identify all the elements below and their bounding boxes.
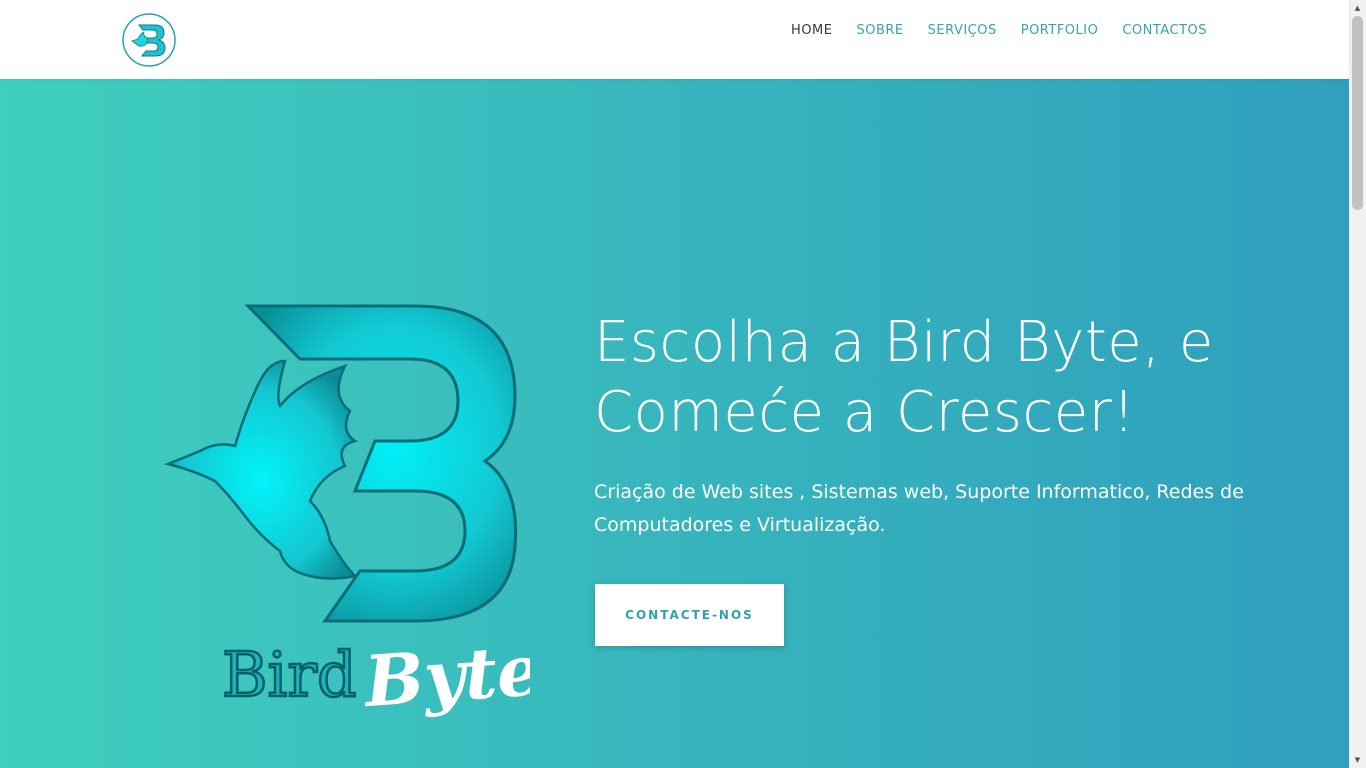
hero-subtitle: Criação de Web sites , Sistemas web, Sup… bbox=[594, 481, 1244, 536]
nav-servicos[interactable]: SERVIÇOS bbox=[916, 21, 1009, 41]
headline-line-1: Escolha a Bird Byte, e bbox=[594, 310, 1214, 375]
hero-headline: Escolha a Bird Byte, e Comeće a Crescer! bbox=[594, 308, 1274, 448]
brand-logo-icon[interactable] bbox=[122, 13, 176, 67]
logo-byte-text: Byte bbox=[360, 628, 530, 723]
main-nav: HOME SOBRE SERVIÇOS PORTFOLIO CONTACTOS bbox=[779, 21, 1219, 41]
hero-section: Bird Byte Escolha a Bird Byte, e Comeće … bbox=[0, 79, 1349, 768]
bird-byte-logo: Bird Byte bbox=[164, 304, 530, 723]
nav-sobre[interactable]: SOBRE bbox=[845, 21, 916, 41]
headline-line-2: Comeće a Crescer! bbox=[594, 380, 1136, 445]
site-header: HOME SOBRE SERVIÇOS PORTFOLIO CONTACTOS bbox=[0, 0, 1349, 79]
nav-portfolio[interactable]: PORTFOLIO bbox=[1009, 21, 1111, 41]
scroll-thumb[interactable] bbox=[1352, 16, 1363, 210]
scroll-up-arrow-icon[interactable]: ▲ bbox=[1349, 0, 1366, 16]
scroll-down-arrow-icon[interactable]: ▼ bbox=[1349, 752, 1366, 768]
logo-bird-text: Bird bbox=[222, 638, 357, 711]
nav-contactos[interactable]: CONTACTOS bbox=[1110, 21, 1219, 41]
nav-home[interactable]: HOME bbox=[779, 21, 844, 41]
page-scrollbar[interactable]: ▲ ▼ bbox=[1349, 0, 1366, 768]
contact-us-button[interactable]: CONTACTE-NOS bbox=[595, 584, 784, 646]
